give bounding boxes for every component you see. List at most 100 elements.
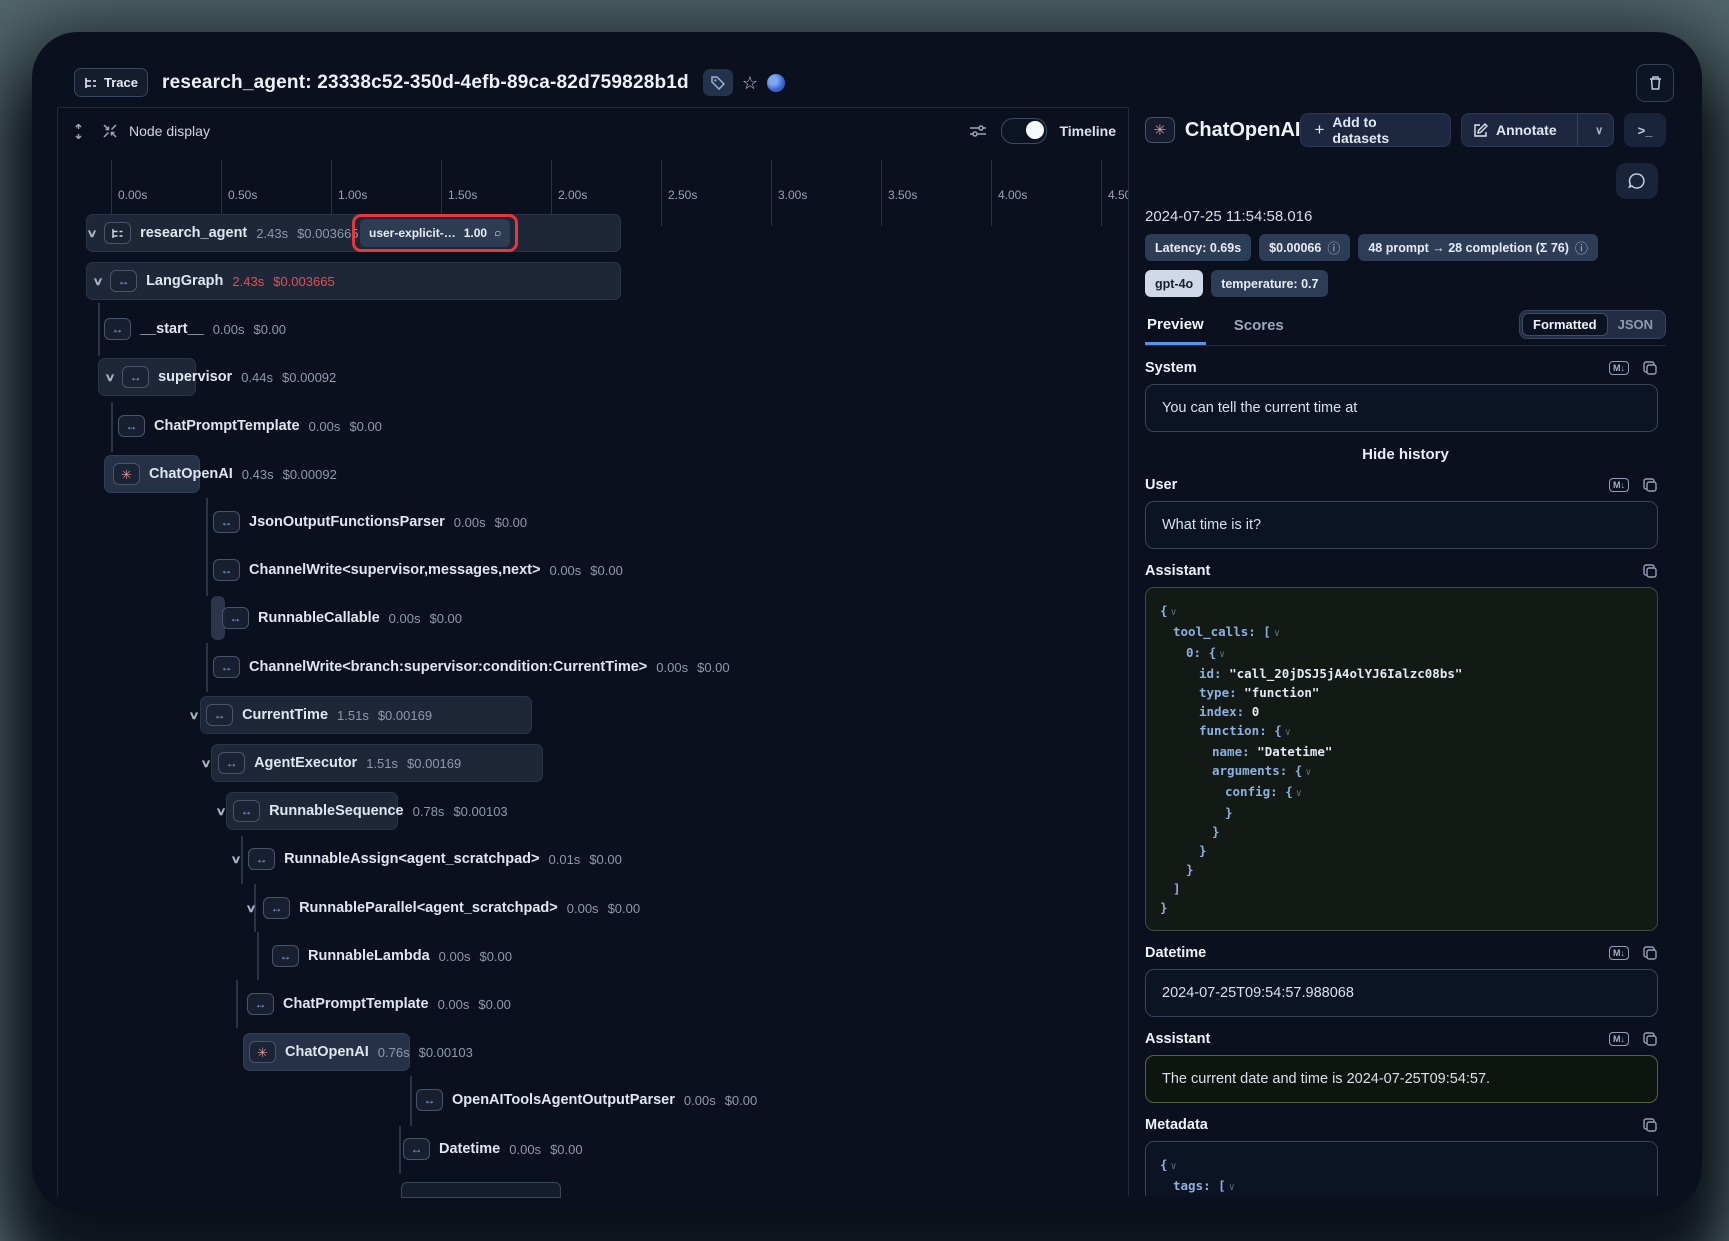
annotate-dropdown-button[interactable]: ∨	[1585, 114, 1613, 146]
timeline-bar-partial	[401, 1182, 561, 1198]
collapse-arrow-icon: ∨	[1305, 767, 1311, 778]
tree-row-langgraph[interactable]: ∨↔LangGraph2.43s$0.003665	[94, 262, 335, 300]
feedback-score-badge[interactable]: user-explicit-…1.00	[360, 219, 510, 247]
format-toggle: Formatted JSON	[1519, 310, 1666, 339]
run-timestamp: 2024-07-25 11:54:58.016	[1145, 208, 1666, 225]
tree-row-cost: $0.00103	[453, 804, 507, 819]
annotate-split-button: Annotate ∨	[1461, 113, 1614, 147]
tree-row-cost: $0.00	[697, 660, 730, 675]
tab-scores[interactable]: Scores	[1232, 313, 1286, 343]
tree-row-runnableassign-agent-scratchpad-[interactable]: ∨↔RunnableAssign<agent_scratchpad>0.01s$…	[232, 840, 622, 878]
tree-row-chatopenai[interactable]: ✳ChatOpenAI0.43s$0.00092	[113, 455, 337, 493]
chain-icon: ↔	[118, 415, 145, 437]
tree-row-name: AgentExecutor	[254, 755, 357, 771]
tree-row-cost: $0.00	[479, 949, 512, 964]
markdown-icon[interactable]: M↓	[1609, 946, 1629, 961]
tree-row-name: ChannelWrite<supervisor,messages,next>	[249, 562, 540, 578]
tree-row-agentexecutor[interactable]: ∨↔AgentExecutor1.51s$0.00169	[202, 744, 461, 782]
tree-row-runnablelambda[interactable]: ↔RunnableLambda0.00s$0.00	[272, 937, 512, 975]
metadata-section-header: Metadata	[1145, 1117, 1666, 1133]
tree-row-duration: 0.01s	[549, 852, 581, 867]
tree-row-supervisor[interactable]: ∨↔supervisor0.44s$0.00092	[106, 358, 336, 396]
markdown-icon[interactable]: M↓	[1609, 1032, 1629, 1047]
tree-row-openaitoolsagentoutputparser[interactable]: ↔OpenAIToolsAgentOutputParser0.00s$0.00	[416, 1081, 757, 1119]
copy-icon[interactable]	[1643, 1032, 1658, 1047]
chevron-down-icon[interactable]: ∨	[200, 757, 211, 770]
markdown-icon[interactable]: M↓	[1609, 478, 1629, 493]
chevron-down-icon[interactable]: ∨	[104, 371, 115, 384]
comments-button[interactable]	[1616, 163, 1658, 199]
tree-row-datetime[interactable]: ↔Datetime0.00s$0.00	[403, 1130, 583, 1168]
json-line: {∨	[1160, 601, 1643, 622]
tree-row-name: RunnableLambda	[308, 948, 430, 964]
json-line: type: "function"	[1160, 683, 1643, 702]
chain-icon: ↔	[213, 656, 240, 678]
tree-row-name: RunnableAssign<agent_scratchpad>	[284, 851, 539, 867]
tree-row-chatprompttemplate[interactable]: ↔ChatPromptTemplate0.00s$0.00	[247, 985, 511, 1023]
copy-icon[interactable]	[1643, 478, 1658, 493]
annotate-button[interactable]: Annotate	[1462, 114, 1569, 146]
tree-row-jsonoutputfunctionsparser[interactable]: ↔JsonOutputFunctionsParser0.00s$0.00	[213, 503, 527, 541]
trace-icon	[104, 222, 131, 244]
format-json-option[interactable]: JSON	[1608, 314, 1663, 335]
tree-row-cost: $0.00	[590, 563, 623, 578]
chevron-down-icon[interactable]: ∨	[188, 709, 199, 722]
playground-button[interactable]: >_	[1624, 113, 1666, 147]
format-formatted-option[interactable]: Formatted	[1522, 313, 1608, 336]
tree-row-runnablesequence[interactable]: ∨↔RunnableSequence0.78s$0.00103	[217, 792, 508, 830]
tree-row-currenttime[interactable]: ∨↔CurrentTime1.51s$0.00169	[190, 696, 432, 734]
chevron-down-icon[interactable]: ∨	[86, 227, 97, 240]
tree-row-name: ChannelWrite<branch:supervisor:condition…	[249, 659, 647, 675]
cost-badge[interactable]: $0.00066ⓘ	[1259, 234, 1350, 261]
user-message: What time is it?	[1145, 501, 1658, 549]
run-inspector-panel: ✳ ChatOpenAI + Add to datasets Annotate	[1128, 107, 1674, 1196]
tree-row-name: research_agent	[140, 225, 247, 241]
copy-icon[interactable]	[1643, 361, 1658, 376]
tree-row-channelwrite-supervisor-messages-next-[interactable]: ↔ ChannelWrite<supervisor,messages,next> 0…	[213, 551, 623, 589]
copy-icon[interactable]	[1643, 946, 1658, 961]
tree-row-duration: 1.51s	[337, 708, 369, 723]
tree-row-runnablecallable[interactable]: ↔RunnableCallable0.00s$0.00	[222, 599, 462, 637]
tree-row-duration: 0.00s	[684, 1093, 716, 1108]
tree-row-name: ChatPromptTemplate	[283, 996, 429, 1012]
tree-row-duration: 0.00s	[549, 563, 581, 578]
chain-icon: ↔	[416, 1089, 443, 1111]
tab-preview[interactable]: Preview	[1145, 312, 1206, 345]
chain-icon: ↔	[213, 559, 240, 581]
tree-guide-line	[399, 1126, 401, 1174]
tree-row-name: supervisor	[158, 369, 232, 385]
chain-icon: ↔	[206, 704, 233, 726]
tree-row-duration: 0.00s	[454, 515, 486, 530]
chevron-down-icon[interactable]: ∨	[215, 805, 226, 818]
json-line: config: {∨	[1160, 782, 1643, 803]
collapse-arrow-icon: ∨	[1296, 788, 1302, 799]
json-line: }	[1160, 860, 1643, 879]
json-line: name: "Datetime"	[1160, 742, 1643, 761]
inspector-tabs: Preview Scores Formatted JSON	[1145, 310, 1666, 346]
tree-row-duration: 1.51s	[366, 756, 398, 771]
info-icon: ⓘ	[1575, 238, 1588, 257]
tree-row-runnableparallel-agent-scratchpad-[interactable]: ∨↔RunnableParallel<agent_scratchpad>0.00…	[247, 889, 640, 927]
tree-row-cost: $0.00	[608, 901, 641, 916]
tree-row-chatopenai[interactable]: ✳ChatOpenAI0.76s$0.00103	[249, 1033, 473, 1071]
tree-row--start-[interactable]: ↔__start__0.00s$0.00	[104, 310, 286, 348]
tree-row-channelwrite-branch-supervisor-condition-currenttime-[interactable]: ↔ ChannelWrite<branch:supervisor:conditio…	[213, 648, 730, 686]
tree-row-chatprompttemplate[interactable]: ↔ChatPromptTemplate0.00s$0.00	[118, 407, 382, 445]
chain-icon: ↔	[104, 318, 131, 340]
temperature-badge: temperature: 0.7	[1211, 270, 1328, 297]
chevron-down-icon[interactable]: ∨	[245, 902, 256, 915]
metadata-json: {∨tags: [∨	[1145, 1141, 1658, 1196]
json-line: tags: [∨	[1160, 1176, 1643, 1196]
json-line: function: {∨	[1160, 721, 1643, 742]
copy-icon[interactable]	[1643, 564, 1658, 579]
json-line: }	[1160, 898, 1643, 917]
copy-icon[interactable]	[1643, 1118, 1658, 1133]
hide-history-link[interactable]: Hide history	[1145, 446, 1666, 463]
tree-row-research-agent[interactable]: ∨research_agent2.43s$0.003665	[88, 214, 359, 252]
chevron-down-icon[interactable]: ∨	[230, 853, 241, 866]
add-to-datasets-button[interactable]: + Add to datasets	[1300, 113, 1451, 147]
markdown-icon[interactable]: M↓	[1609, 361, 1629, 376]
tokens-badge[interactable]: 48 prompt → 28 completion (Σ 76)ⓘ	[1358, 234, 1598, 261]
tree-row-duration: 0.00s	[309, 419, 341, 434]
chevron-down-icon[interactable]: ∨	[92, 275, 103, 288]
